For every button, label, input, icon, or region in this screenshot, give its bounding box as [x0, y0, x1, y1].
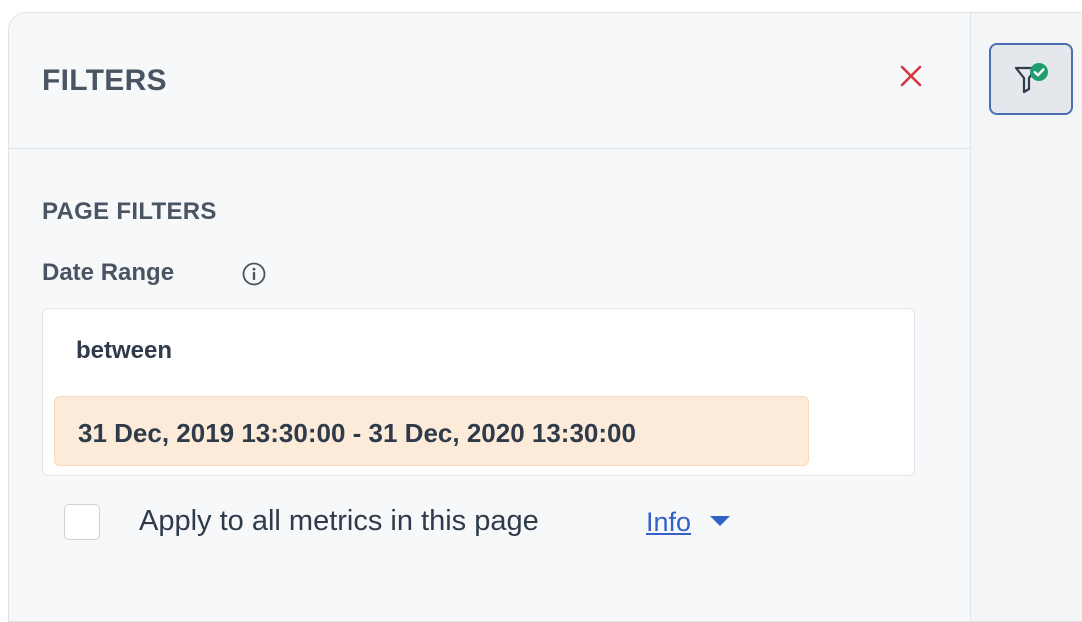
date-range-value: 31 Dec, 2019 13:30:00 - 31 Dec, 2020 13:…: [78, 418, 636, 448]
date-range-value-chip[interactable]: 31 Dec, 2019 13:30:00 - 31 Dec, 2020 13:…: [54, 396, 809, 466]
date-range-operator[interactable]: between: [76, 337, 172, 365]
filter-toggle-button[interactable]: [989, 43, 1073, 115]
side-rail: [971, 13, 1082, 621]
filter-check-icon: [1014, 63, 1048, 94]
date-range-label: Date Range: [42, 259, 175, 286]
filters-window: FILTERS PAGE FILTERS Date Range between …: [8, 12, 1082, 622]
caret-down-icon[interactable]: [710, 516, 730, 526]
section-title: PAGE FILTERS: [42, 198, 217, 225]
apply-all-row: Apply to all metrics in this page Info: [64, 502, 764, 542]
apply-all-label: Apply to all metrics in this page: [139, 505, 539, 537]
filters-panel: FILTERS PAGE FILTERS Date Range between …: [9, 13, 971, 621]
date-range-filter: between 31 Dec, 2019 13:30:00 - 31 Dec, …: [42, 308, 915, 476]
close-button[interactable]: [893, 58, 929, 94]
close-icon: [900, 65, 922, 87]
info-link[interactable]: Info: [646, 507, 691, 538]
info-circle-icon[interactable]: [241, 261, 267, 287]
panel-header: FILTERS: [9, 13, 970, 149]
apply-all-checkbox[interactable]: [64, 504, 100, 540]
panel-title: FILTERS: [42, 64, 167, 97]
